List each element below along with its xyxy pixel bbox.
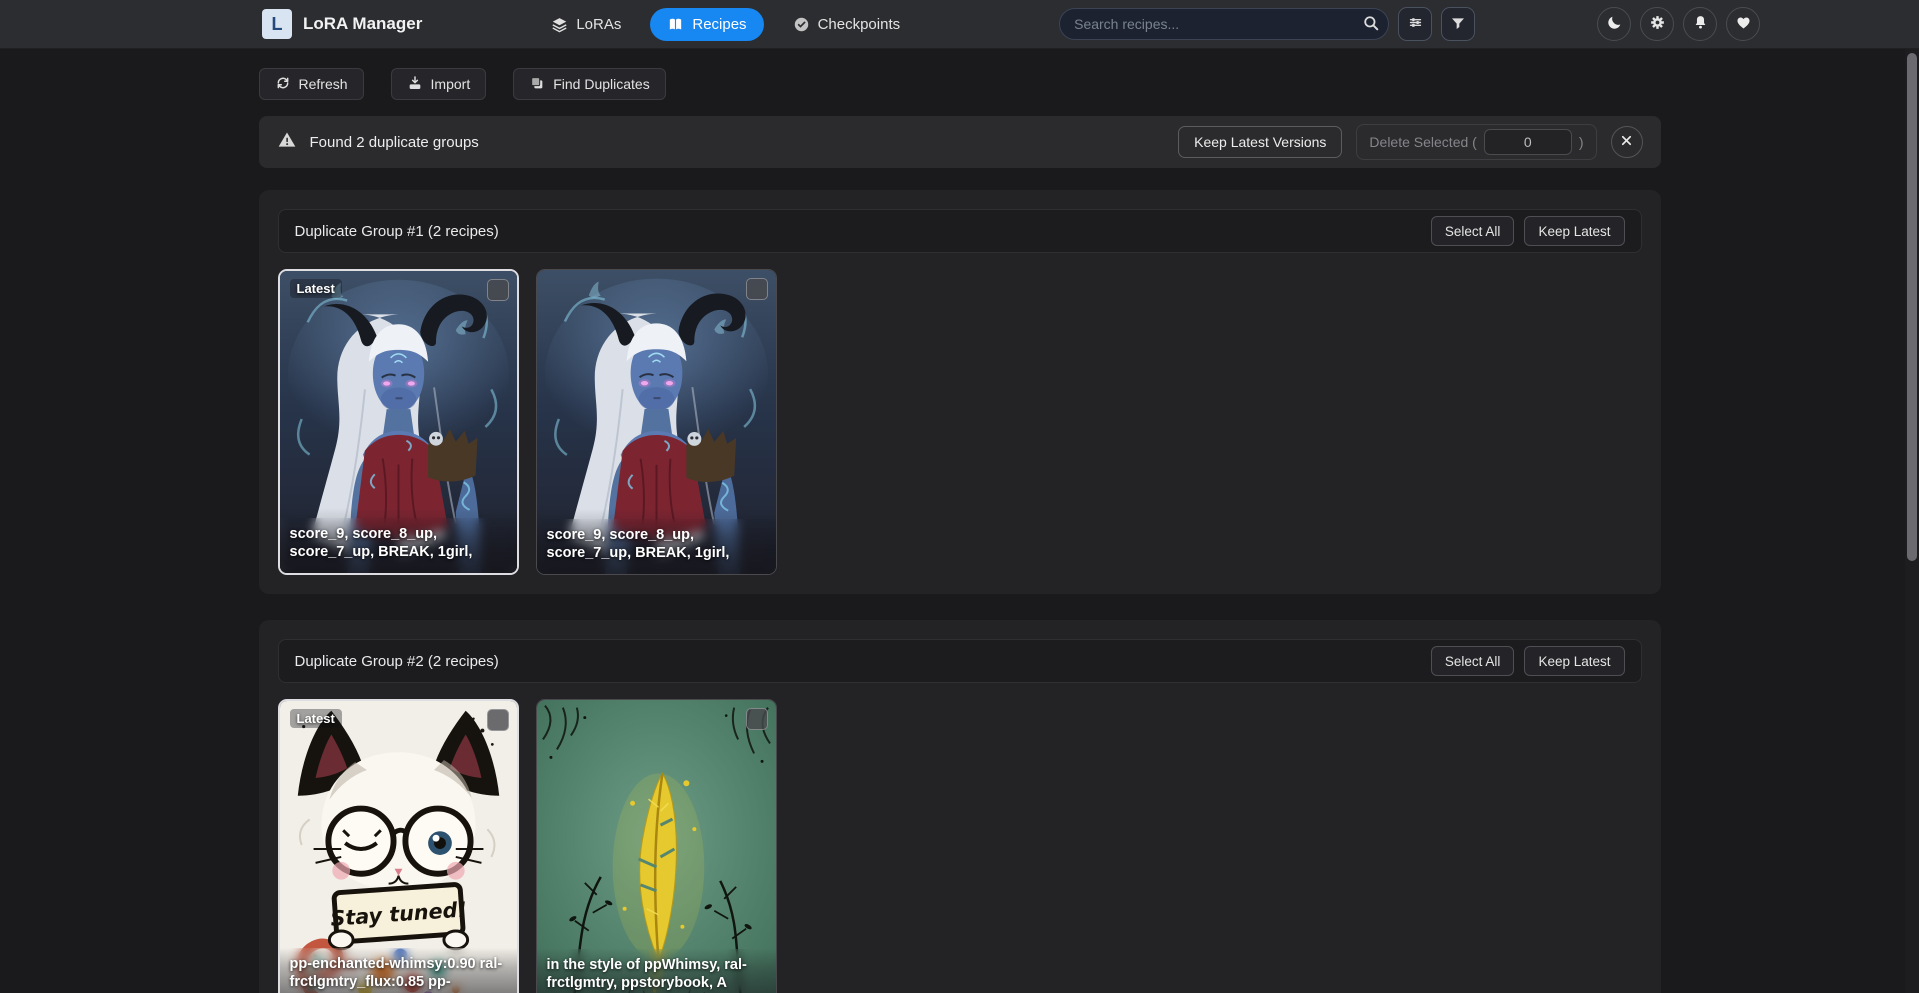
gear-icon [1649, 14, 1666, 34]
heart-icon [1735, 14, 1752, 34]
group-2-select-all-button[interactable]: Select All [1431, 646, 1515, 676]
app-logo-icon: L [262, 9, 292, 39]
keep-latest-versions-button[interactable]: Keep Latest Versions [1178, 126, 1342, 158]
card-checkbox[interactable] [746, 278, 768, 300]
toolbar: Refresh Import Find Duplicates [259, 68, 1661, 100]
duplicates-banner: Found 2 duplicate groups Keep Latest Ver… [259, 116, 1661, 168]
nav-tab-checkpoints[interactable]: Checkpoints [780, 8, 914, 41]
app-title: LoRA Manager [303, 14, 422, 34]
app-brand: L LoRA Manager [262, 9, 422, 39]
funnel-icon [1450, 15, 1466, 34]
notifications-button[interactable] [1683, 7, 1717, 41]
group-2-title: Duplicate Group #2 (2 recipes) [295, 653, 499, 670]
card-checkbox[interactable] [487, 709, 509, 731]
close-icon [1619, 133, 1634, 151]
refresh-button[interactable]: Refresh [259, 68, 364, 100]
moon-icon [1606, 14, 1623, 34]
scrollbar-track[interactable] [1905, 49, 1919, 993]
bell-icon [1692, 14, 1709, 34]
banner-message-area: Found 2 duplicate groups [277, 130, 479, 154]
nav-label-loras: LoRAs [576, 16, 621, 33]
group-2-header: Duplicate Group #2 (2 recipes) Select Al… [278, 639, 1642, 683]
group-1-cards: Latest score_9, score_8_up, score_7_up, … [278, 269, 1642, 575]
book-icon [667, 16, 684, 33]
theme-toggle-button[interactable] [1597, 7, 1631, 41]
nav-label-checkpoints: Checkpoints [818, 16, 901, 33]
scrollbar-thumb[interactable] [1907, 53, 1917, 561]
main-content: Refresh Import Find Duplicates Found 2 d… [259, 68, 1661, 993]
search-input[interactable] [1059, 8, 1389, 40]
recipe-card[interactable]: Stay tuned! Latest pp-enchanted-whimsy:0… [278, 699, 519, 993]
group-1-keep-latest-button[interactable]: Keep Latest [1524, 216, 1624, 246]
selected-count-input[interactable] [1484, 129, 1572, 155]
card-caption: score_9, score_8_up, score_7_up, BREAK, … [537, 519, 776, 574]
sliders-filter-button[interactable] [1398, 7, 1432, 41]
refresh-label: Refresh [299, 76, 348, 92]
group-1-actions: Select All Keep Latest [1431, 216, 1625, 246]
latest-badge: Latest [290, 709, 342, 728]
card-caption: in the style of ppWhimsy, ral-frctlgmtry… [537, 949, 776, 993]
header-actions [1597, 7, 1760, 41]
refresh-icon [275, 75, 291, 94]
duplicates-icon [529, 75, 545, 94]
group-1-select-all-button[interactable]: Select All [1431, 216, 1515, 246]
recipe-card[interactable]: score_9, score_8_up, score_7_up, BREAK, … [536, 269, 777, 575]
duplicate-group-2-panel: Duplicate Group #2 (2 recipes) Select Al… [259, 620, 1661, 993]
find-duplicates-label: Find Duplicates [553, 76, 650, 92]
warning-icon [277, 130, 297, 154]
card-checkbox[interactable] [746, 708, 768, 730]
banner-close-button[interactable] [1611, 126, 1643, 158]
group-2-actions: Select All Keep Latest [1431, 646, 1625, 676]
nav-label-recipes: Recipes [692, 16, 746, 33]
group-1-header: Duplicate Group #1 (2 recipes) Select Al… [278, 209, 1642, 253]
recipe-card[interactable]: in the style of ppWhimsy, ral-frctlgmtry… [536, 699, 777, 993]
settings-button[interactable] [1640, 7, 1674, 41]
search-area [1059, 8, 1389, 40]
check-circle-icon [793, 16, 810, 33]
group-2-keep-latest-button[interactable]: Keep Latest [1524, 646, 1624, 676]
card-caption: score_9, score_8_up, score_7_up, BREAK, … [280, 518, 517, 573]
delete-selected-button[interactable]: Delete Selected ( ) [1356, 124, 1596, 160]
banner-message: Found 2 duplicate groups [310, 134, 479, 151]
sliders-icon [1407, 14, 1424, 34]
card-checkbox[interactable] [487, 279, 509, 301]
duplicate-group-1-panel: Duplicate Group #1 (2 recipes) Select Al… [259, 190, 1661, 594]
banner-actions: Keep Latest Versions Delete Selected ( ) [1178, 124, 1642, 160]
import-label: Import [431, 76, 471, 92]
delete-selected-prefix: Delete Selected ( [1369, 134, 1476, 150]
delete-selected-suffix: ) [1579, 134, 1584, 150]
favorites-button[interactable] [1726, 7, 1760, 41]
latest-badge: Latest [290, 279, 342, 298]
layers-icon [551, 16, 568, 33]
group-1-title: Duplicate Group #1 (2 recipes) [295, 223, 499, 240]
search-button[interactable] [1357, 11, 1385, 37]
search-icon [1362, 14, 1380, 35]
find-duplicates-button[interactable]: Find Duplicates [513, 68, 666, 100]
nav-tab-recipes[interactable]: Recipes [650, 8, 763, 41]
recipe-card[interactable]: Latest score_9, score_8_up, score_7_up, … [278, 269, 519, 575]
group-2-cards: Stay tuned! Latest pp-enchanted-whimsy:0… [278, 699, 1642, 993]
main-nav: LoRAs Recipes Checkpoints [538, 8, 913, 41]
import-button[interactable]: Import [391, 68, 487, 100]
funnel-filter-button[interactable] [1441, 7, 1475, 41]
nav-tab-loras[interactable]: LoRAs [538, 8, 634, 41]
top-bar: L LoRA Manager LoRAs Recipes Checkpoints [0, 0, 1919, 49]
import-icon [407, 75, 423, 94]
card-caption: pp-enchanted-whimsy:0.90 ral-frctlgmtry_… [280, 948, 517, 993]
